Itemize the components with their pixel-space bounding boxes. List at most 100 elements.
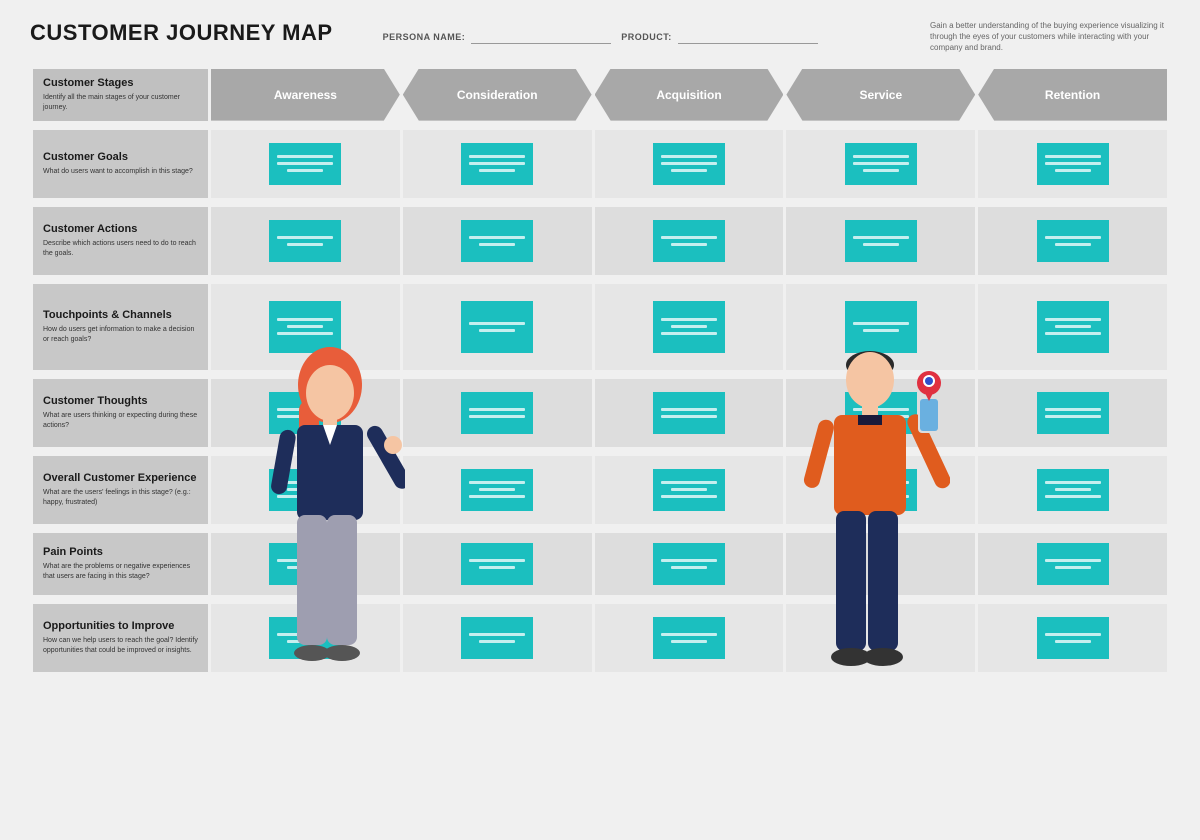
experience-row-desc: What are the users' feelings in this sta… bbox=[43, 488, 198, 507]
teal-line-1 bbox=[853, 408, 909, 411]
opportunities-retention-card bbox=[1037, 617, 1109, 659]
thoughts-row-title: Customer Thoughts bbox=[43, 395, 198, 408]
touchpoints-row-title: Touchpoints & Channels bbox=[43, 309, 198, 322]
thoughts-awareness-card bbox=[269, 392, 341, 434]
teal-line-1 bbox=[469, 481, 525, 484]
stage-retention-cell: Retention bbox=[978, 69, 1167, 121]
stage-retention: Retention bbox=[978, 69, 1167, 121]
persona-input[interactable] bbox=[471, 29, 611, 44]
spacer-1 bbox=[33, 201, 1167, 204]
opportunities-acquisition-cell bbox=[595, 604, 784, 672]
spacer-0 bbox=[33, 124, 1167, 127]
pain-row-desc: What are the problems or negative experi… bbox=[43, 562, 198, 581]
touchpoints-service-cell bbox=[786, 284, 975, 370]
journey-map-table: Customer Stages Identify all the main st… bbox=[30, 66, 1170, 675]
experience-consideration-card bbox=[461, 469, 533, 511]
experience-retention-cell bbox=[978, 456, 1167, 524]
thoughts-consideration-cell bbox=[403, 379, 592, 447]
thoughts-service-cell bbox=[786, 379, 975, 447]
teal-line-3 bbox=[479, 169, 515, 172]
teal-line-1 bbox=[277, 236, 333, 239]
teal-line-1 bbox=[277, 481, 333, 484]
touchpoints-retention-card bbox=[1037, 301, 1109, 353]
teal-line-2 bbox=[1045, 415, 1101, 418]
thoughts-retention-card bbox=[1037, 392, 1109, 434]
touchpoints-consideration-cell bbox=[403, 284, 592, 370]
experience-consideration-cell bbox=[403, 456, 592, 524]
stage-awareness-cell: Awareness bbox=[211, 69, 400, 121]
teal-line-3 bbox=[1045, 332, 1101, 335]
teal-line-2 bbox=[287, 566, 323, 569]
teal-line-2 bbox=[479, 640, 515, 643]
thoughts-row-desc: What are users thinking or expecting dur… bbox=[43, 411, 198, 430]
actions-service-card bbox=[845, 220, 917, 262]
teal-line-2 bbox=[287, 325, 323, 328]
stage-awareness-label: Awareness bbox=[274, 88, 337, 102]
teal-line-2 bbox=[661, 162, 717, 165]
pain-service-cell bbox=[786, 533, 975, 595]
teal-line-1 bbox=[661, 559, 717, 562]
goals-service-cell bbox=[786, 130, 975, 198]
teal-line-2 bbox=[479, 488, 515, 491]
experience-row-title: Overall Customer Experience bbox=[43, 472, 198, 485]
teal-line-2 bbox=[863, 488, 899, 491]
teal-line-3 bbox=[671, 169, 707, 172]
opportunities-row-title: Opportunities to Improve bbox=[43, 620, 198, 633]
thoughts-consideration-card bbox=[461, 392, 533, 434]
actions-consideration-cell bbox=[403, 207, 592, 275]
actions-retention-card bbox=[1037, 220, 1109, 262]
teal-line-1 bbox=[277, 408, 333, 411]
teal-line-3 bbox=[661, 332, 717, 335]
opportunities-acquisition-card bbox=[653, 617, 725, 659]
persona-label: PERSONA NAME: bbox=[383, 32, 466, 42]
teal-line-3 bbox=[1055, 169, 1091, 172]
teal-line-1 bbox=[469, 633, 525, 636]
teal-line-2 bbox=[1055, 566, 1091, 569]
stage-service: Service bbox=[786, 69, 975, 121]
teal-line-1 bbox=[469, 322, 525, 325]
thoughts-service-card bbox=[845, 392, 917, 434]
opportunities-consideration-cell bbox=[403, 604, 592, 672]
teal-line-2 bbox=[479, 243, 515, 246]
pain-row: Pain Points What are the problems or neg… bbox=[33, 533, 1167, 595]
spacer-6 bbox=[33, 598, 1167, 601]
touchpoints-label-cell: Touchpoints & Channels How do users get … bbox=[33, 284, 208, 370]
goals-awareness-card bbox=[269, 143, 341, 185]
teal-line-1 bbox=[661, 318, 717, 321]
stage-service-cell: Service bbox=[786, 69, 975, 121]
actions-retention-cell bbox=[978, 207, 1167, 275]
stages-row-title: Customer Stages bbox=[43, 77, 198, 90]
teal-line-2 bbox=[671, 640, 707, 643]
teal-line-2 bbox=[287, 640, 323, 643]
teal-line-1 bbox=[853, 481, 909, 484]
teal-line-1 bbox=[853, 155, 909, 158]
header: CUSTOMER JOURNEY MAP PERSONA NAME: PRODU… bbox=[30, 20, 1170, 54]
stage-service-label: Service bbox=[859, 88, 902, 102]
opportunities-row: Opportunities to Improve How can we help… bbox=[33, 604, 1167, 672]
touchpoints-row: Touchpoints & Channels How do users get … bbox=[33, 284, 1167, 370]
touchpoints-acquisition-card bbox=[653, 301, 725, 353]
pain-awareness-card bbox=[269, 543, 341, 585]
teal-line-3 bbox=[863, 169, 899, 172]
teal-line-1 bbox=[277, 633, 333, 636]
stage-acquisition-label: Acquisition bbox=[656, 88, 721, 102]
teal-line-1 bbox=[661, 155, 717, 158]
goals-consideration-cell bbox=[403, 130, 592, 198]
experience-acquisition-cell bbox=[595, 456, 784, 524]
experience-acquisition-card bbox=[653, 469, 725, 511]
opportunities-retention-cell bbox=[978, 604, 1167, 672]
teal-line-2 bbox=[1045, 162, 1101, 165]
opportunities-awareness-cell bbox=[211, 604, 400, 672]
teal-line-3 bbox=[277, 332, 333, 335]
stages-row-desc: Identify all the main stages of your cus… bbox=[43, 93, 198, 112]
goals-row: Customer Goals What do users want to acc… bbox=[33, 130, 1167, 198]
teal-line-3 bbox=[469, 495, 525, 498]
teal-line-2 bbox=[671, 488, 707, 491]
product-input[interactable] bbox=[678, 29, 818, 44]
actions-row-desc: Describe which actions users need to do … bbox=[43, 239, 198, 258]
thoughts-awareness-cell bbox=[211, 379, 400, 447]
teal-line-1 bbox=[661, 408, 717, 411]
thoughts-row: Customer Thoughts What are users thinkin… bbox=[33, 379, 1167, 447]
pain-acquisition-cell bbox=[595, 533, 784, 595]
product-field-group: PRODUCT: bbox=[621, 29, 818, 44]
